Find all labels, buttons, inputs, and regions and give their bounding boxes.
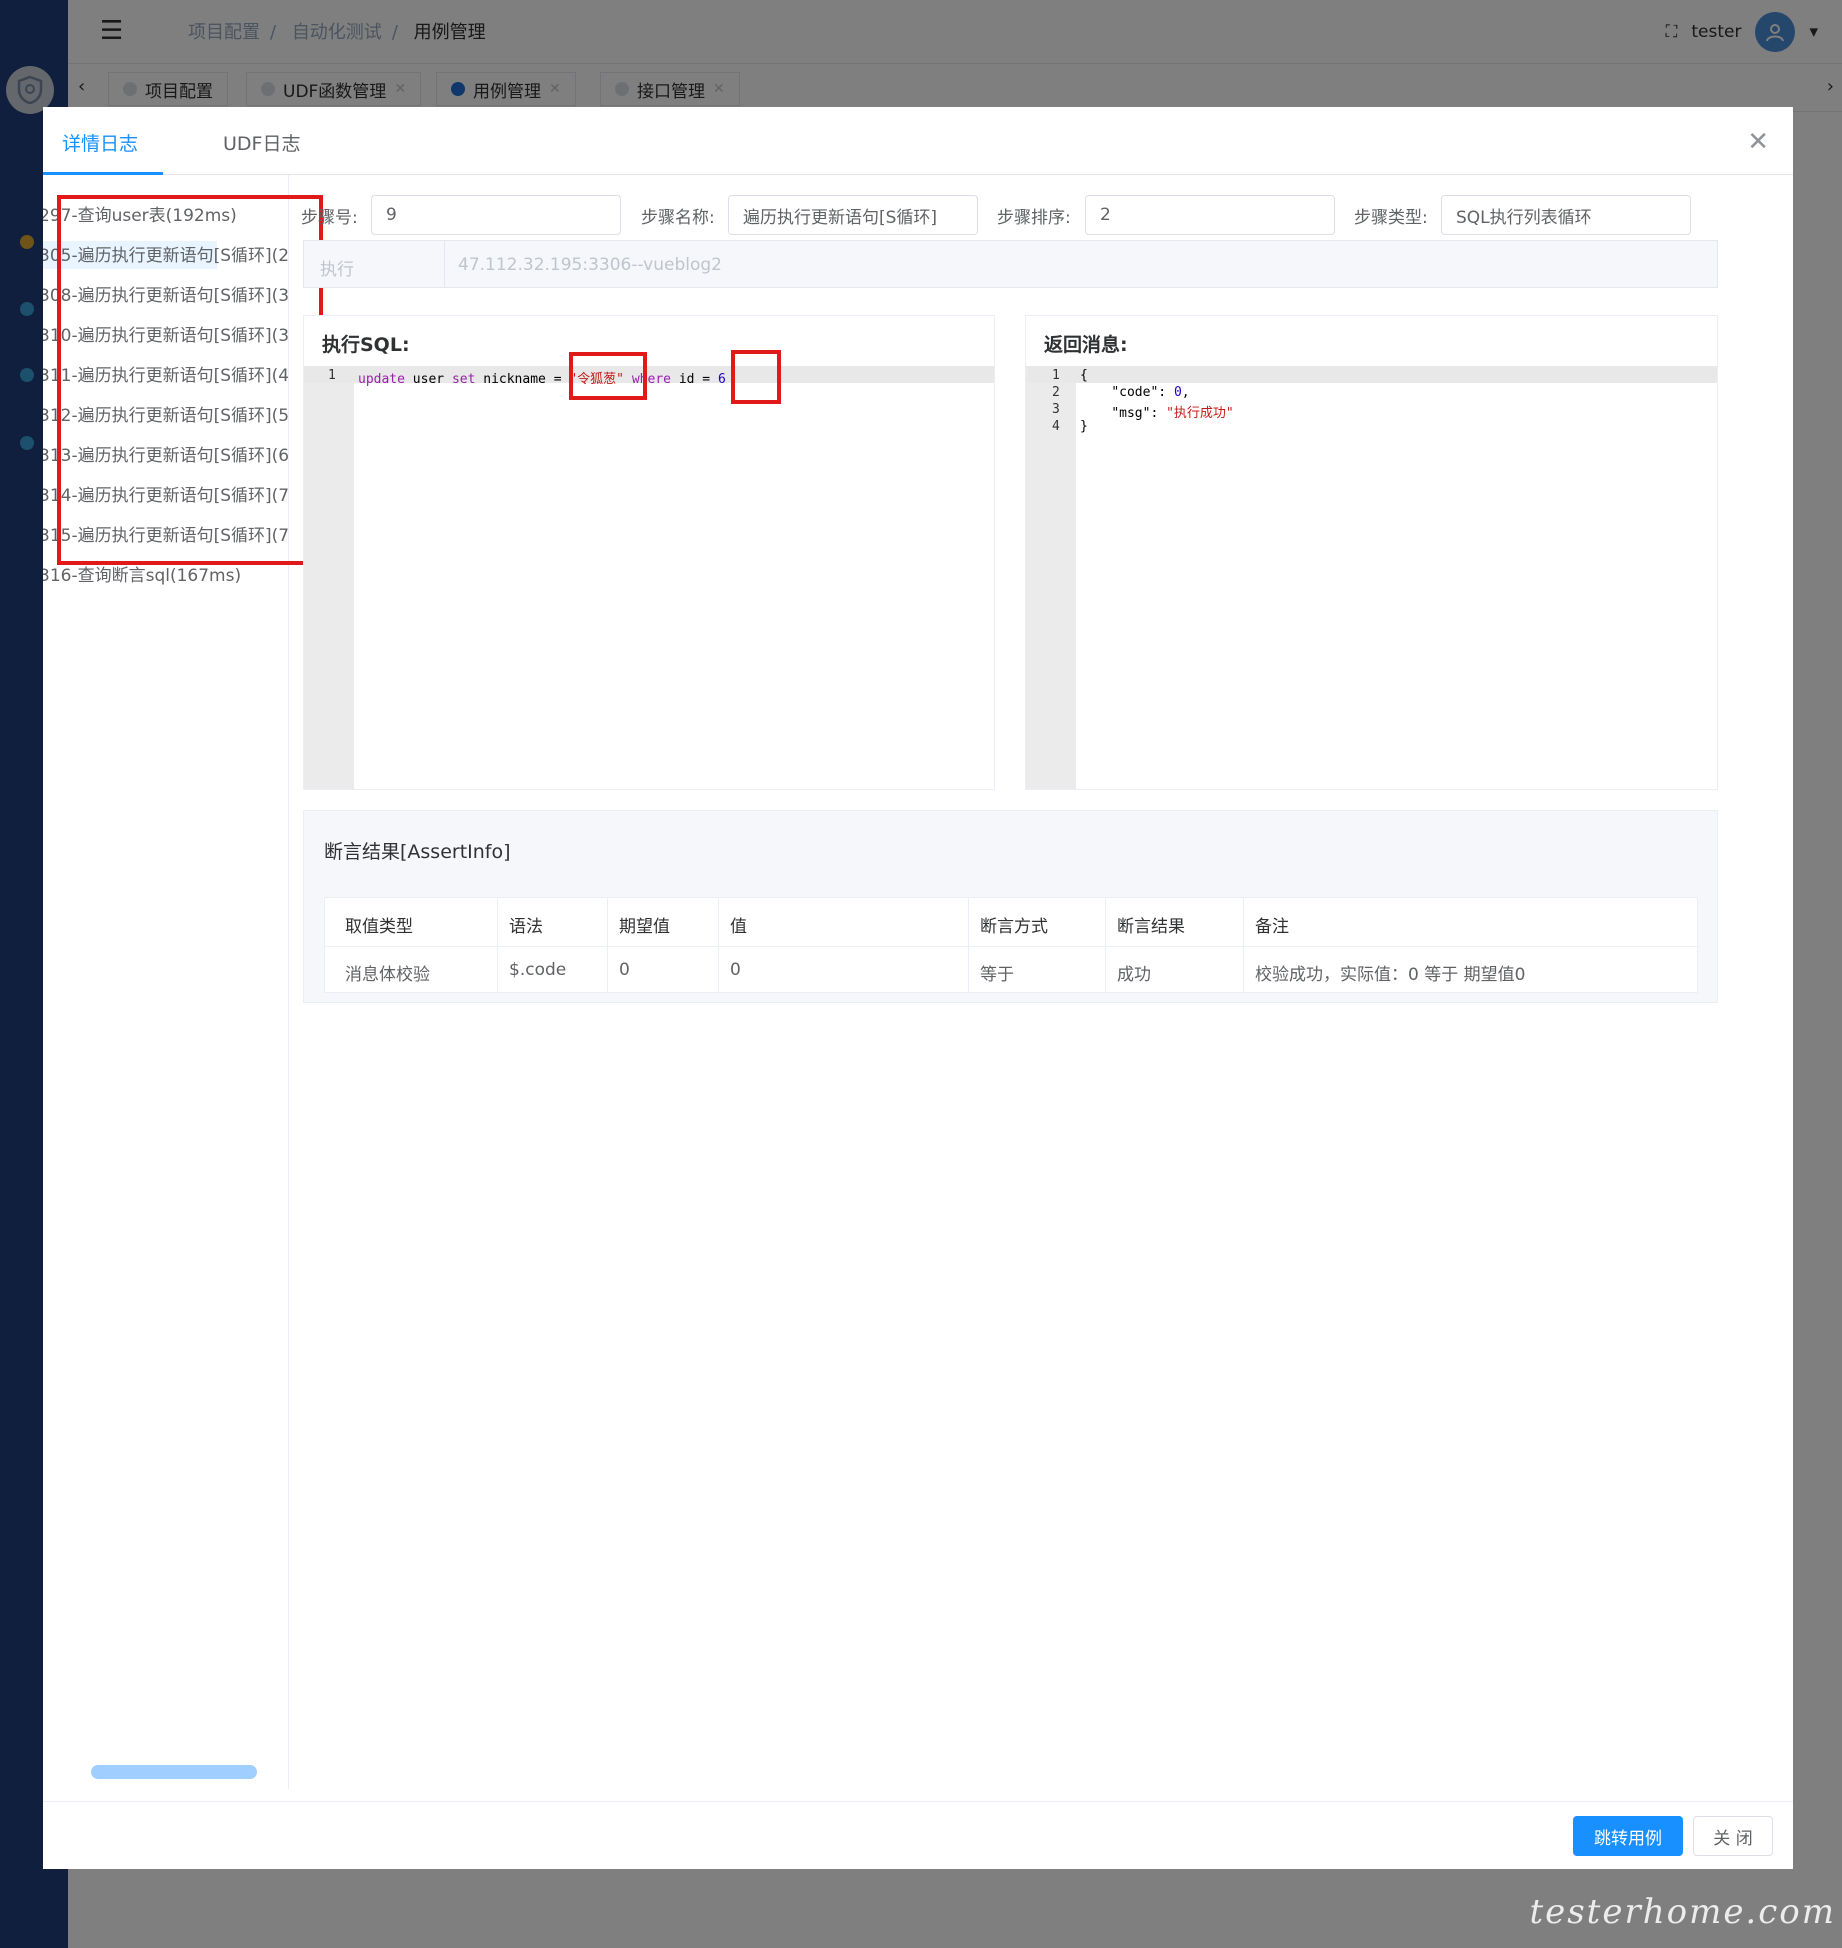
tab-detail-log[interactable]: 详情日志 xyxy=(62,129,138,156)
assert-title: 断言结果[AssertInfo] xyxy=(324,841,511,863)
table-cell: $.code xyxy=(509,960,567,980)
json-line: "msg": "执行成功" xyxy=(1111,406,1234,421)
table-header: 语法 xyxy=(509,917,543,937)
close-icon[interactable]: ✕ xyxy=(1747,127,1769,157)
horizontal-scrollbar[interactable] xyxy=(91,1765,257,1779)
list-item[interactable]: 316-查询断言sql(167ms) xyxy=(43,561,241,589)
json-line: } xyxy=(1080,419,1088,434)
line-number: 3 xyxy=(1052,402,1060,417)
dialog-tabs: 详情日志 UDF日志 ✕ xyxy=(43,107,1793,175)
line-number: 4 xyxy=(1052,419,1060,434)
assert-table: 取值类型 语法 期望值 值 断言方式 断言结果 备注 消息体校验 $.code … xyxy=(324,897,1698,994)
sql-code-line: update user set nickname = "令狐葱" where i… xyxy=(358,372,726,387)
return-editor[interactable]: 1 2 3 4 { "code": 0, "msg": "执行成功" } xyxy=(1026,366,1717,789)
sql-panel-title: 执行SQL: xyxy=(322,334,410,356)
jump-to-case-button[interactable]: 跳转用例 xyxy=(1573,1816,1683,1856)
exec-label: 执行 xyxy=(320,260,354,280)
table-cell: 0 xyxy=(730,960,741,980)
highlight-box xyxy=(731,350,781,404)
step-name-field[interactable]: 遍历执行更新语句[S循环] xyxy=(728,195,978,235)
log-dialog: 详情日志 UDF日志 ✕ 297-查询user表(192ms) 305-遍历执行… xyxy=(43,107,1793,1869)
line-number: 2 xyxy=(1052,385,1060,400)
json-line: "code": 0, xyxy=(1111,385,1190,400)
step-no-field[interactable]: 9 xyxy=(371,195,621,235)
table-cell: 等于 xyxy=(980,965,1014,985)
step-no-label: 步骤号: xyxy=(301,208,358,228)
watermark: testerhome.com xyxy=(1529,1892,1836,1932)
step-type-label: 步骤类型: xyxy=(1354,208,1428,228)
return-panel-title: 返回消息: xyxy=(1044,334,1128,356)
table-header: 期望值 xyxy=(619,917,670,937)
table-cell: 校验成功，实际值：0 等于 期望值0 xyxy=(1255,965,1526,985)
close-button[interactable]: 关 闭 xyxy=(1693,1816,1773,1856)
highlight-box xyxy=(57,195,323,565)
table-header: 备注 xyxy=(1255,917,1289,937)
table-header: 断言结果 xyxy=(1117,917,1185,937)
table-cell: 成功 xyxy=(1117,965,1151,985)
return-panel: 返回消息: 1 2 3 4 { "code": 0, "msg": "执行成功"… xyxy=(1025,315,1718,790)
line-number: 1 xyxy=(328,368,336,383)
table-header: 取值类型 xyxy=(345,917,413,937)
step-order-field[interactable]: 2 xyxy=(1085,195,1335,235)
step-type-field[interactable]: SQL执行列表循环 xyxy=(1441,195,1691,235)
line-number: 1 xyxy=(1052,368,1060,383)
assert-result-section: 断言结果[AssertInfo] 取值类型 语法 期望值 值 断言方式 断言结果… xyxy=(303,810,1718,1003)
table-header: 值 xyxy=(730,917,747,937)
dialog-footer: 跳转用例 关 闭 xyxy=(43,1801,1793,1869)
exec-target-value: 47.112.32.195:3306--vueblog2 xyxy=(458,255,722,275)
sql-editor[interactable]: 1 update user set nickname = "令狐葱" where… xyxy=(304,366,994,789)
table-cell: 消息体校验 xyxy=(345,965,430,985)
table-cell: 0 xyxy=(619,960,630,980)
step-order-label: 步骤排序: xyxy=(997,208,1071,228)
exec-target-field: 执行 47.112.32.195:3306--vueblog2 xyxy=(303,240,1718,288)
step-name-label: 步骤名称: xyxy=(641,208,715,228)
tab-udf-log[interactable]: UDF日志 xyxy=(223,129,300,156)
json-line: { xyxy=(1080,368,1088,383)
sql-panel: 执行SQL: 1 update user set nickname = "令狐葱… xyxy=(303,315,995,790)
table-header: 断言方式 xyxy=(980,917,1048,937)
highlight-box xyxy=(569,352,647,400)
